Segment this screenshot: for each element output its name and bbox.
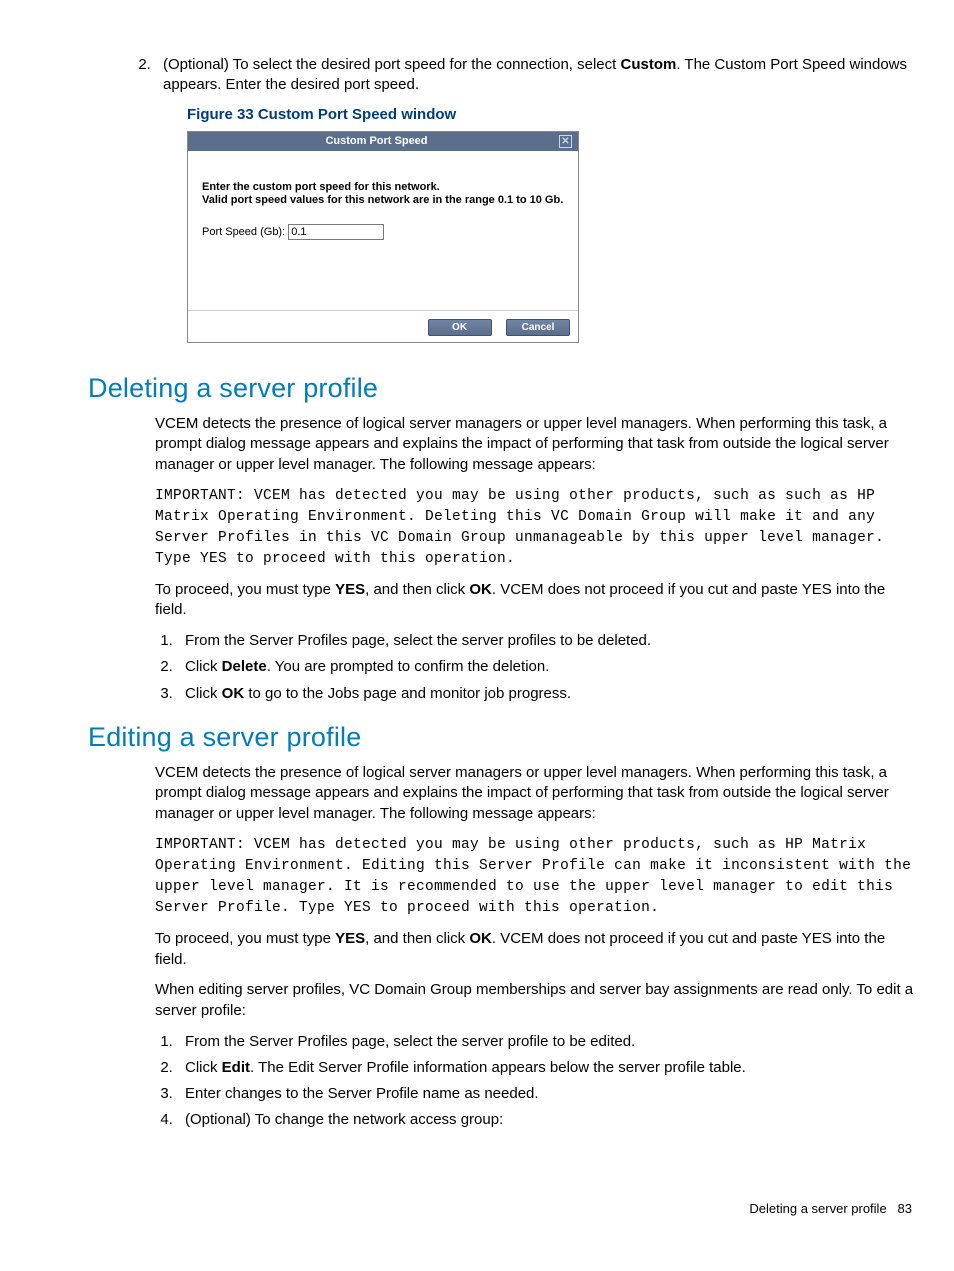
list-item: Click OK to go to the Jobs page and moni…	[177, 684, 914, 704]
ok-button[interactable]: OK	[428, 319, 492, 336]
port-speed-label: Port Speed (Gb):	[202, 226, 285, 238]
list-item: Click Edit. The Edit Server Profile info…	[177, 1058, 914, 1078]
heading-deleting: Deleting a server profile	[88, 373, 914, 404]
page-footer: Deleting a server profile 83	[90, 1201, 914, 1216]
paragraph: To proceed, you must type YES, and then …	[155, 580, 914, 621]
cancel-button[interactable]: Cancel	[506, 319, 570, 336]
paragraph: VCEM detects the presence of logical ser…	[155, 414, 914, 476]
dialog-title: Custom Port Speed	[194, 135, 559, 147]
paragraph: VCEM detects the presence of logical ser…	[155, 763, 914, 825]
footer-page-number: 83	[898, 1201, 912, 1216]
close-icon[interactable]: ✕	[559, 135, 572, 148]
paragraph: When editing server profiles, VC Domain …	[155, 980, 914, 1021]
step-bold: Custom	[621, 56, 677, 73]
dialog-titlebar: Custom Port Speed ✕	[188, 132, 578, 151]
paragraph: To proceed, you must type YES, and then …	[155, 929, 914, 970]
list-item: From the Server Profiles page, select th…	[177, 1032, 914, 1052]
code-block: IMPORTANT: VCEM has detected you may be …	[155, 835, 914, 919]
step-text: (Optional) To select the desired port sp…	[163, 56, 621, 73]
code-block: IMPORTANT: VCEM has detected you may be …	[155, 486, 914, 570]
list-item: (Optional) To change the network access …	[177, 1110, 914, 1130]
footer-section: Deleting a server profile	[749, 1201, 886, 1216]
list-item: Enter changes to the Server Profile name…	[177, 1084, 914, 1104]
dialog-text-line2: Valid port speed values for this network…	[202, 194, 564, 206]
port-speed-input[interactable]	[288, 224, 384, 240]
figure-caption: Figure 33 Custom Port Speed window	[187, 106, 914, 123]
dialog-text-line1: Enter the custom port speed for this net…	[202, 181, 564, 193]
list-item: Click Delete. You are prompted to confir…	[177, 657, 914, 677]
heading-editing: Editing a server profile	[88, 722, 914, 753]
custom-port-speed-dialog: Custom Port Speed ✕ Enter the custom por…	[187, 131, 579, 343]
list-item: From the Server Profiles page, select th…	[177, 631, 914, 651]
list-item: (Optional) To select the desired port sp…	[155, 55, 914, 96]
